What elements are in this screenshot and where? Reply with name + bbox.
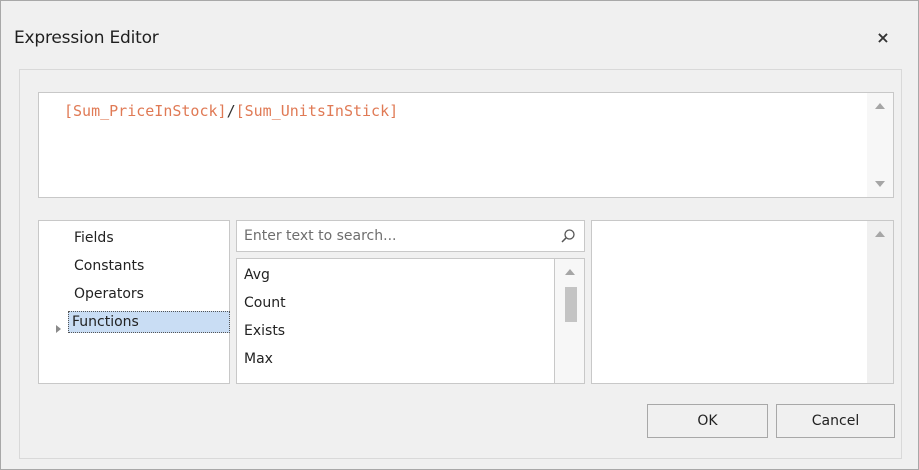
category-item-fields[interactable]: Fields bbox=[71, 228, 117, 250]
list-item[interactable]: Max bbox=[244, 348, 273, 370]
dialog-title: Expression Editor bbox=[14, 28, 159, 48]
list-item[interactable]: Exists bbox=[244, 320, 285, 342]
scroll-up-arrow-icon[interactable] bbox=[875, 231, 885, 237]
search-icon[interactable] bbox=[560, 228, 576, 244]
scroll-up-arrow-icon[interactable] bbox=[565, 269, 575, 275]
scrollbar-thumb[interactable] bbox=[565, 287, 577, 322]
ok-button[interactable]: OK bbox=[647, 404, 768, 438]
expression-editor-dialog: Expression Editor × [Sum_PriceInStock]/[… bbox=[0, 0, 919, 470]
expression-text: [Sum_PriceInStock]/[Sum_UnitsInStick] bbox=[64, 102, 398, 120]
expression-textarea[interactable]: [Sum_PriceInStock]/[Sum_UnitsInStick] bbox=[38, 92, 894, 198]
chevron-right-icon[interactable] bbox=[56, 325, 61, 333]
list-item[interactable]: Count bbox=[244, 292, 286, 314]
search-box bbox=[236, 220, 585, 252]
close-icon[interactable]: × bbox=[872, 28, 894, 48]
description-panel bbox=[591, 220, 894, 384]
category-item-operators[interactable]: Operators bbox=[71, 284, 147, 306]
function-list: Avg Count Exists Max bbox=[236, 258, 555, 384]
category-item-functions[interactable]: Functions bbox=[68, 311, 230, 333]
description-scrollbar[interactable] bbox=[867, 221, 893, 383]
scroll-up-arrow-icon[interactable] bbox=[875, 103, 885, 109]
expression-operator-token: / bbox=[226, 102, 236, 120]
list-item[interactable]: Avg bbox=[244, 264, 270, 286]
function-list-scrollbar[interactable] bbox=[555, 258, 585, 384]
cancel-button[interactable]: Cancel bbox=[776, 404, 895, 438]
scroll-down-arrow-icon[interactable] bbox=[875, 181, 885, 187]
expression-field-token: [Sum_UnitsInStick] bbox=[235, 102, 399, 120]
expression-field-token: [Sum_PriceInStock] bbox=[64, 102, 227, 120]
search-input[interactable] bbox=[237, 221, 547, 251]
category-list: Fields Constants Operators Functions bbox=[38, 220, 230, 384]
category-item-constants[interactable]: Constants bbox=[71, 256, 147, 278]
expression-scrollbar[interactable] bbox=[867, 93, 893, 197]
title-bar: Expression Editor × bbox=[1, 1, 918, 61]
